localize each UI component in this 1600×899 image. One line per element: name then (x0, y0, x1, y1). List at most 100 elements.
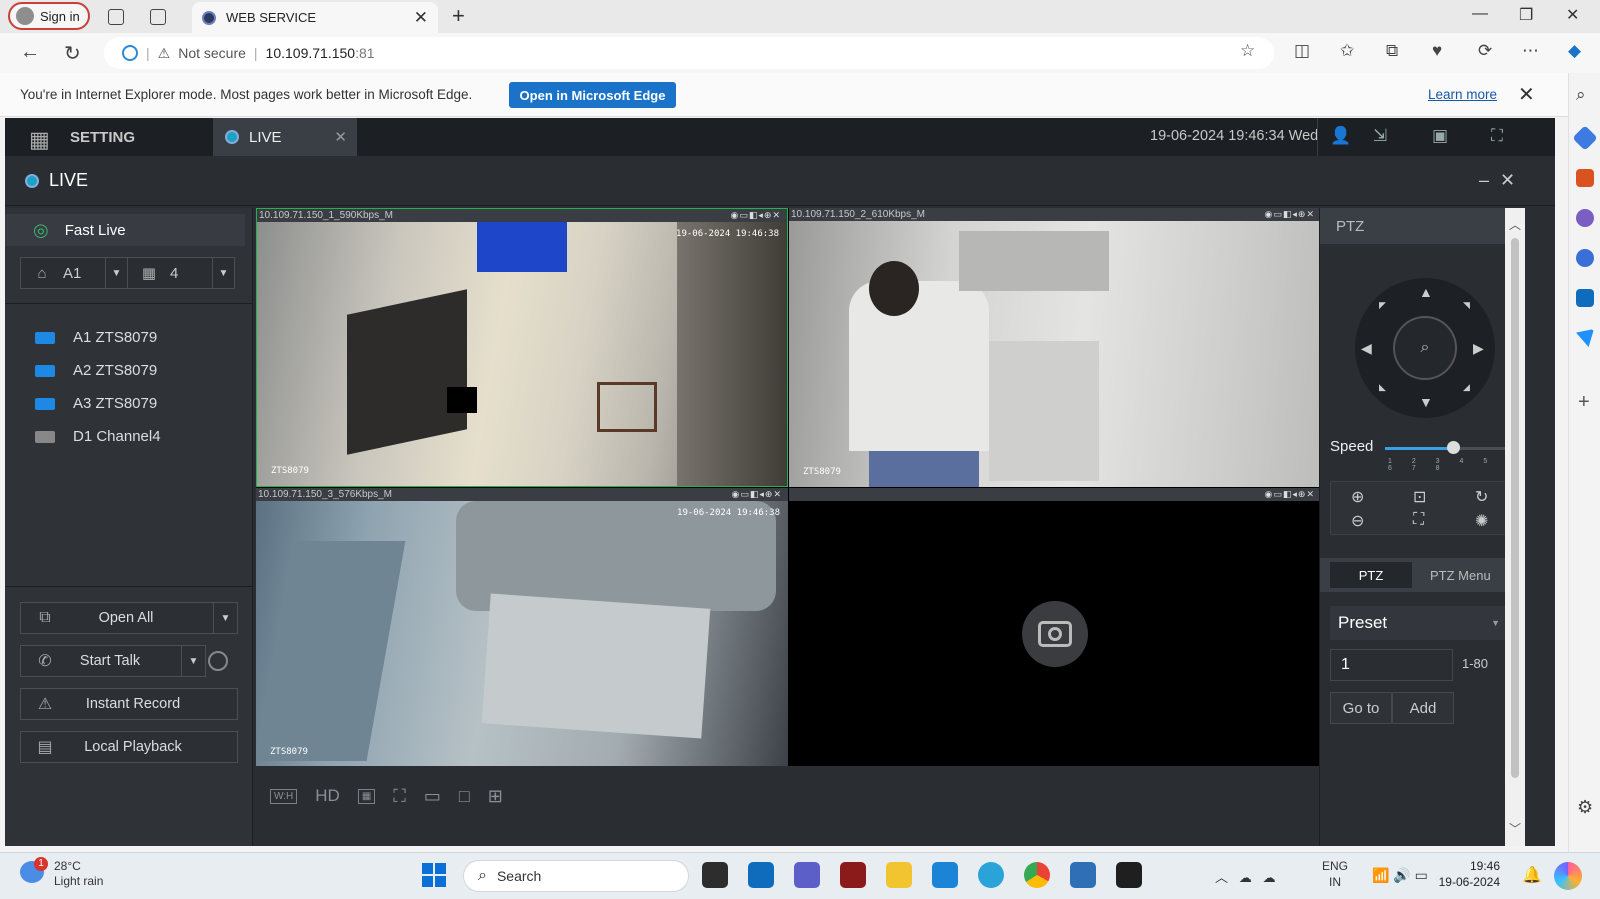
sign-in-button[interactable]: Sign in (8, 2, 90, 30)
instant-record-button[interactable]: ⚠ Instant Record (20, 688, 238, 720)
split-layout-select[interactable]: ▦ 4 ▼ (127, 257, 235, 289)
close-tab-icon[interactable]: ✕ (414, 8, 428, 28)
sidebar-add-icon[interactable]: + (1578, 391, 1590, 414)
scroll-up-icon[interactable]: ︿ (1509, 216, 1521, 233)
user-icon[interactable]: 👤 (1330, 126, 1351, 146)
ptz-down-arrow-icon[interactable]: ▼ (1419, 394, 1433, 410)
edge-icon[interactable] (978, 862, 1004, 888)
zoom-out-icon[interactable]: ⊖ (1351, 511, 1364, 531)
taskbar-search[interactable]: ⌕ Search (463, 860, 689, 892)
ptz-up-arrow-icon[interactable]: ▲ (1419, 284, 1433, 300)
ptz-down-left-icon[interactable]: ◣ (1379, 382, 1386, 393)
system-tray-icons[interactable]: ︿ ☁ ☁ (1215, 867, 1276, 886)
local-playback-button[interactable]: ▤ Local Playback (20, 731, 238, 763)
quad-view-icon[interactable]: ⊞ (488, 786, 503, 807)
refresh-icon[interactable]: ↻ (64, 41, 81, 66)
task-view-icon[interactable] (702, 862, 728, 888)
network-volume-battery-icons[interactable]: 📶 🔊 ▭ (1372, 867, 1428, 884)
sidebar-outlook-icon[interactable] (1576, 289, 1594, 307)
channel-item-a2[interactable]: A2 ZTS8079 (35, 362, 157, 379)
sidebar-settings-icon[interactable]: ⚙ (1577, 797, 1593, 818)
iris-close-icon[interactable]: ✺ (1475, 511, 1488, 531)
iris-open-icon[interactable]: ↻ (1475, 487, 1488, 507)
chevron-down-icon[interactable]: ▼ (181, 646, 205, 676)
video-tile-3[interactable]: 10.109.71.150_3_576Kbps_M ◉▭◧◂⊕✕ 19-06-2… (256, 488, 788, 767)
file-explorer-icon[interactable] (886, 862, 912, 888)
ie-reload-icon[interactable]: ⟳ (1478, 41, 1492, 61)
notification-bell-icon[interactable]: 🔔 (1522, 865, 1542, 885)
terminal-icon[interactable] (1116, 862, 1142, 888)
preset-number-input[interactable]: 1 (1330, 649, 1453, 681)
learn-more-link[interactable]: Learn more (1428, 87, 1497, 102)
tile-controls-icons[interactable]: ◉▭◧◂⊕✕ (1265, 208, 1315, 221)
channel-item-a3[interactable]: A3 ZTS8079 (35, 395, 157, 412)
focus-far-icon[interactable]: ⛶ (1413, 511, 1424, 529)
workspaces-icon[interactable] (108, 9, 124, 25)
add-preset-button[interactable]: Add (1392, 692, 1454, 724)
goto-preset-button[interactable]: Go to (1330, 692, 1392, 724)
sidebar-shopping-icon[interactable] (1572, 125, 1598, 151)
outlook-icon[interactable] (748, 862, 774, 888)
infobar-close-icon[interactable]: ✕ (1518, 82, 1535, 107)
channel-item-a1[interactable]: A1 ZTS8079 (35, 329, 157, 346)
page-scrollbar[interactable]: ︿ ﹀ (1505, 208, 1525, 846)
channel-item-d1[interactable]: D1 Channel4 (35, 428, 161, 445)
ptz-down-right-icon[interactable]: ◢ (1463, 382, 1470, 393)
sidebar-games-icon[interactable] (1576, 209, 1594, 227)
speed-slider[interactable] (1385, 441, 1507, 454)
open-all-button[interactable]: ⧉ Open All ▼ (20, 602, 238, 634)
fast-live-header[interactable]: ◎ Fast Live (5, 214, 245, 246)
fullscreen-icon[interactable]: ▭ (424, 786, 441, 807)
sidebar-office-icon[interactable] (1576, 249, 1594, 267)
input-language[interactable]: ENG IN (1322, 858, 1348, 890)
favorite-star-icon[interactable]: ☆ (1240, 41, 1255, 61)
app-icon[interactable] (840, 862, 866, 888)
ptz-up-right-icon[interactable]: ◥ (1463, 300, 1470, 311)
security-app-icon[interactable] (1070, 862, 1096, 888)
split-screen-icon[interactable]: ◫ (1294, 41, 1310, 61)
restore-icon[interactable]: ❐ (1519, 5, 1533, 25)
tab-ptz[interactable]: PTZ (1330, 562, 1412, 588)
sidebar-search-icon[interactable]: ⌕ (1576, 85, 1586, 105)
qr-code-icon[interactable]: ▣ (1432, 126, 1448, 146)
collections-icon[interactable]: ⧉ (1386, 41, 1398, 61)
hd-toggle[interactable]: HD (315, 786, 340, 806)
back-icon[interactable]: ← (20, 41, 40, 64)
chevron-down-icon[interactable]: ▼ (212, 258, 234, 288)
chevron-down-icon[interactable]: ▼ (213, 603, 237, 633)
chevron-down-icon[interactable]: ▼ (105, 258, 127, 288)
ptz-direction-pad[interactable]: ⌕ ▲ ▼ ◀ ▶ ◤ ◥ ◣ ◢ (1355, 278, 1495, 418)
fullscreen-icon[interactable]: ⛶ (1491, 126, 1503, 146)
fluency-icon[interactable]: ▦ (357, 788, 376, 804)
store-icon[interactable] (932, 862, 958, 888)
url-input[interactable]: | ⚠ Not secure | 10.109.71.150:81 (104, 37, 1274, 69)
scrollbar-thumb[interactable] (1511, 238, 1519, 778)
close-panel-icon[interactable]: ✕ (1500, 170, 1515, 191)
talk-status-icon[interactable] (208, 651, 228, 671)
sidebar-tools-icon[interactable] (1576, 169, 1594, 187)
ptz-right-arrow-icon[interactable]: ▶ (1473, 340, 1484, 357)
browser-tab[interactable]: WEB SERVICE ✕ (192, 2, 438, 33)
taskbar-clock[interactable]: 19:46 19-06-2024 (1430, 858, 1500, 890)
tile-controls-icons[interactable]: ◉▭◧◂⊕✕ (731, 209, 781, 222)
close-window-icon[interactable]: ✕ (1566, 5, 1579, 25)
video-tile-1[interactable]: 10.109.71.150_1_590Kbps_M ◉▭◧◂⊕✕ 19-06-2… (256, 208, 788, 487)
start-talk-button[interactable]: ✆ Start Talk ▼ (20, 645, 206, 677)
channel-group-select[interactable]: ⌂ A1 ▼ (20, 257, 128, 289)
main-menu-grid-icon[interactable]: ▦ (29, 127, 50, 153)
ptz-left-arrow-icon[interactable]: ◀ (1361, 340, 1372, 357)
tab-ptz-menu[interactable]: PTZ Menu (1430, 568, 1491, 583)
open-in-edge-button[interactable]: Open in Microsoft Edge (509, 82, 676, 108)
tab-actions-icon[interactable] (150, 9, 166, 25)
logout-icon[interactable]: ⇲ (1373, 126, 1387, 146)
zoom-in-icon[interactable]: ⊕ (1351, 487, 1364, 507)
video-tile-4-empty[interactable]: ◉▭◧◂⊕✕ (789, 488, 1321, 767)
speed-slider-handle[interactable] (1447, 441, 1460, 454)
fit-screen-icon[interactable]: ⛶ (393, 786, 406, 807)
add-camera-icon[interactable] (1022, 601, 1088, 667)
chevron-down-icon[interactable]: ▼ (1491, 618, 1500, 628)
sidebar-send-icon[interactable] (1576, 329, 1594, 347)
tile-controls-icons[interactable]: ◉▭◧◂⊕✕ (732, 488, 782, 501)
aspect-ratio-icon[interactable]: W:H (270, 788, 298, 804)
windows-start-icon[interactable] (422, 863, 446, 887)
